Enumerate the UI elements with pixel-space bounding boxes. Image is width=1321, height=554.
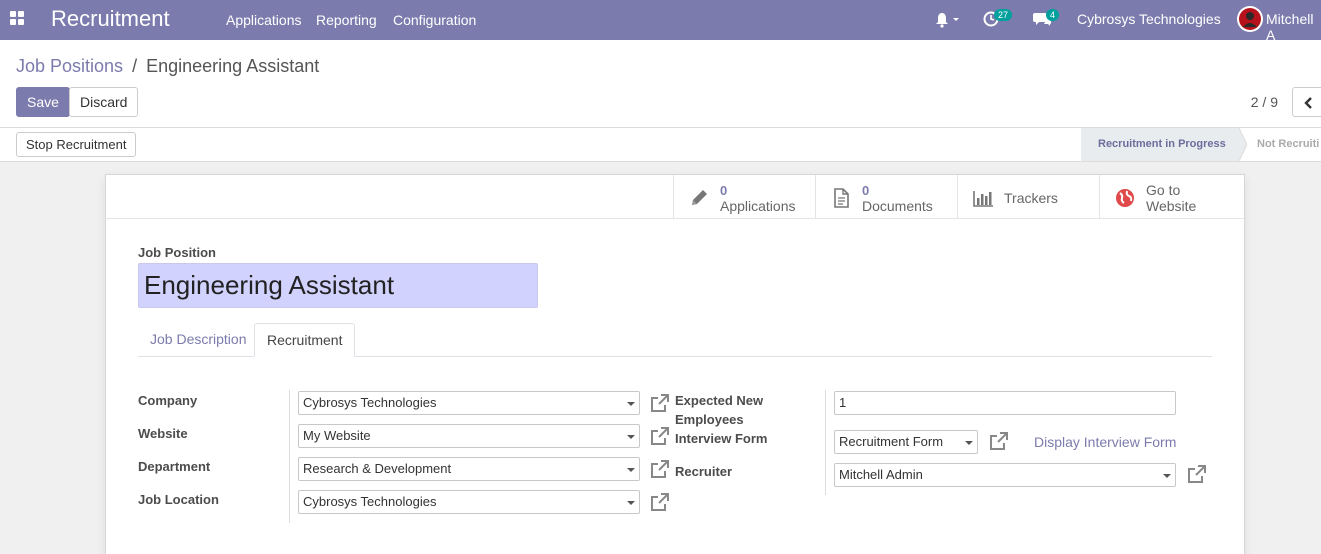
chevron-down-icon (965, 441, 973, 445)
documents-smart-button[interactable]: 0 Documents (815, 175, 957, 219)
tab-recruitment[interactable]: Recruitment (254, 323, 356, 357)
website-value: My Website (303, 428, 371, 443)
control-panel: Job Positions / Engineering Assistant Sa… (0, 40, 1321, 128)
group-divider (825, 390, 826, 495)
external-link-icon[interactable] (989, 431, 1009, 451)
form-sheet: 0 Applications 0 Documents Trackers Go t… (104, 174, 1245, 554)
user-avatar[interactable] (1237, 6, 1263, 32)
department-value: Research & Development (303, 461, 452, 476)
company-value: Cybrosys Technologies (303, 395, 437, 410)
website-line1: Go to (1146, 182, 1181, 198)
website-label: Website (138, 426, 188, 441)
chevron-down-icon (627, 435, 635, 439)
external-link-icon[interactable] (650, 426, 670, 446)
display-interview-form-link[interactable]: Display Interview Form (1034, 434, 1176, 450)
external-link-icon[interactable] (650, 492, 670, 512)
bell-icon[interactable] (935, 12, 959, 31)
tab-job-description[interactable]: Job Description (138, 323, 259, 357)
globe-icon (1116, 189, 1134, 207)
pager-previous-button[interactable] (1292, 87, 1321, 117)
stage-not-recruiting[interactable]: Not Recruiti (1257, 128, 1319, 161)
apps-menu-icon[interactable] (10, 11, 26, 27)
company-label: Company (138, 393, 198, 408)
breadcrumb-separator: / (132, 56, 138, 76)
chevron-left-icon (1304, 97, 1312, 109)
chevron-down-icon (1163, 474, 1171, 478)
website-line2: Website (1146, 198, 1197, 214)
chevron-down-icon (627, 468, 635, 472)
go-to-website-smart-button[interactable]: Go to Website (1099, 175, 1244, 219)
expected-employees-label-line1: Expected New (675, 393, 764, 408)
job-position-label: Job Position (138, 245, 216, 260)
app-title: Recruitment (51, 6, 170, 31)
website-select[interactable]: My Website (298, 424, 640, 448)
activity-count-badge: 27 (994, 9, 1013, 21)
documents-count: 0 (862, 183, 870, 198)
chevron-down-icon (627, 501, 635, 505)
discard-button[interactable]: Discard (69, 87, 139, 117)
pencil-icon (692, 190, 707, 205)
save-button[interactable]: Save (16, 87, 70, 117)
stage-active-label: Recruitment in Progress (1098, 138, 1226, 150)
interview-form-label: Interview Form (675, 431, 768, 446)
message-count-badge: 4 (1046, 9, 1060, 21)
menu-applications[interactable]: Applications (226, 12, 302, 28)
trackers-smart-button[interactable]: Trackers (957, 175, 1099, 219)
interview-form-select[interactable]: Recruitment Form (834, 430, 978, 454)
chevron-down-icon (627, 402, 635, 406)
department-select[interactable]: Research & Development (298, 457, 640, 481)
company-select[interactable]: Cybrosys Technologies (298, 391, 640, 415)
recruiter-select[interactable]: Mitchell Admin (834, 463, 1176, 487)
documents-label: Documents (862, 198, 933, 214)
company-switcher[interactable]: Cybrosys Technologies (1077, 11, 1221, 27)
status-bar: Stop Recruitment Recruitment in Progress… (0, 128, 1321, 162)
applications-smart-button[interactable]: 0 Applications (673, 175, 815, 219)
menu-reporting[interactable]: Reporting (316, 12, 377, 28)
external-link-icon[interactable] (650, 459, 670, 479)
department-label: Department (138, 459, 211, 474)
user-name[interactable]: Mitchell A (1266, 11, 1321, 43)
external-link-icon[interactable] (1187, 464, 1207, 484)
expected-employees-label-line2: Employees (675, 412, 744, 427)
breadcrumb: Job Positions / Engineering Assistant (16, 56, 319, 77)
interview-form-value: Recruitment Form (839, 434, 944, 449)
applications-label: Applications (720, 198, 796, 214)
stage-arrow-icon (1231, 128, 1247, 161)
trackers-label: Trackers (1004, 190, 1058, 206)
job-location-value: Cybrosys Technologies (303, 494, 437, 509)
job-position-input[interactable]: Engineering Assistant (138, 263, 538, 308)
notebook-tabs: Job Description Recruitment (138, 323, 1212, 357)
bar-chart-icon (973, 191, 993, 207)
external-link-icon[interactable] (650, 393, 670, 413)
pager-value: 2 / 9 (1250, 94, 1278, 110)
group-divider (289, 390, 290, 523)
recruiter-label: Recruiter (675, 464, 733, 479)
job-location-label: Job Location (138, 492, 219, 507)
breadcrumb-current: Engineering Assistant (146, 56, 320, 76)
stop-recruitment-button[interactable]: Stop Recruitment (16, 132, 137, 157)
recruiter-value: Mitchell Admin (839, 467, 923, 482)
applications-count: 0 (720, 183, 728, 198)
job-location-select[interactable]: Cybrosys Technologies (298, 490, 640, 514)
smart-button-box: 0 Applications 0 Documents Trackers Go t… (104, 175, 1244, 219)
document-icon (834, 188, 849, 208)
stage-recruitment-in-progress[interactable]: Recruitment in Progress (1081, 128, 1247, 161)
top-navbar: Recruitment Applications Reporting Confi… (0, 0, 1321, 43)
expected-employees-input[interactable]: 1 (834, 391, 1176, 415)
breadcrumb-job-positions[interactable]: Job Positions (16, 56, 123, 76)
menu-configuration[interactable]: Configuration (393, 12, 476, 28)
